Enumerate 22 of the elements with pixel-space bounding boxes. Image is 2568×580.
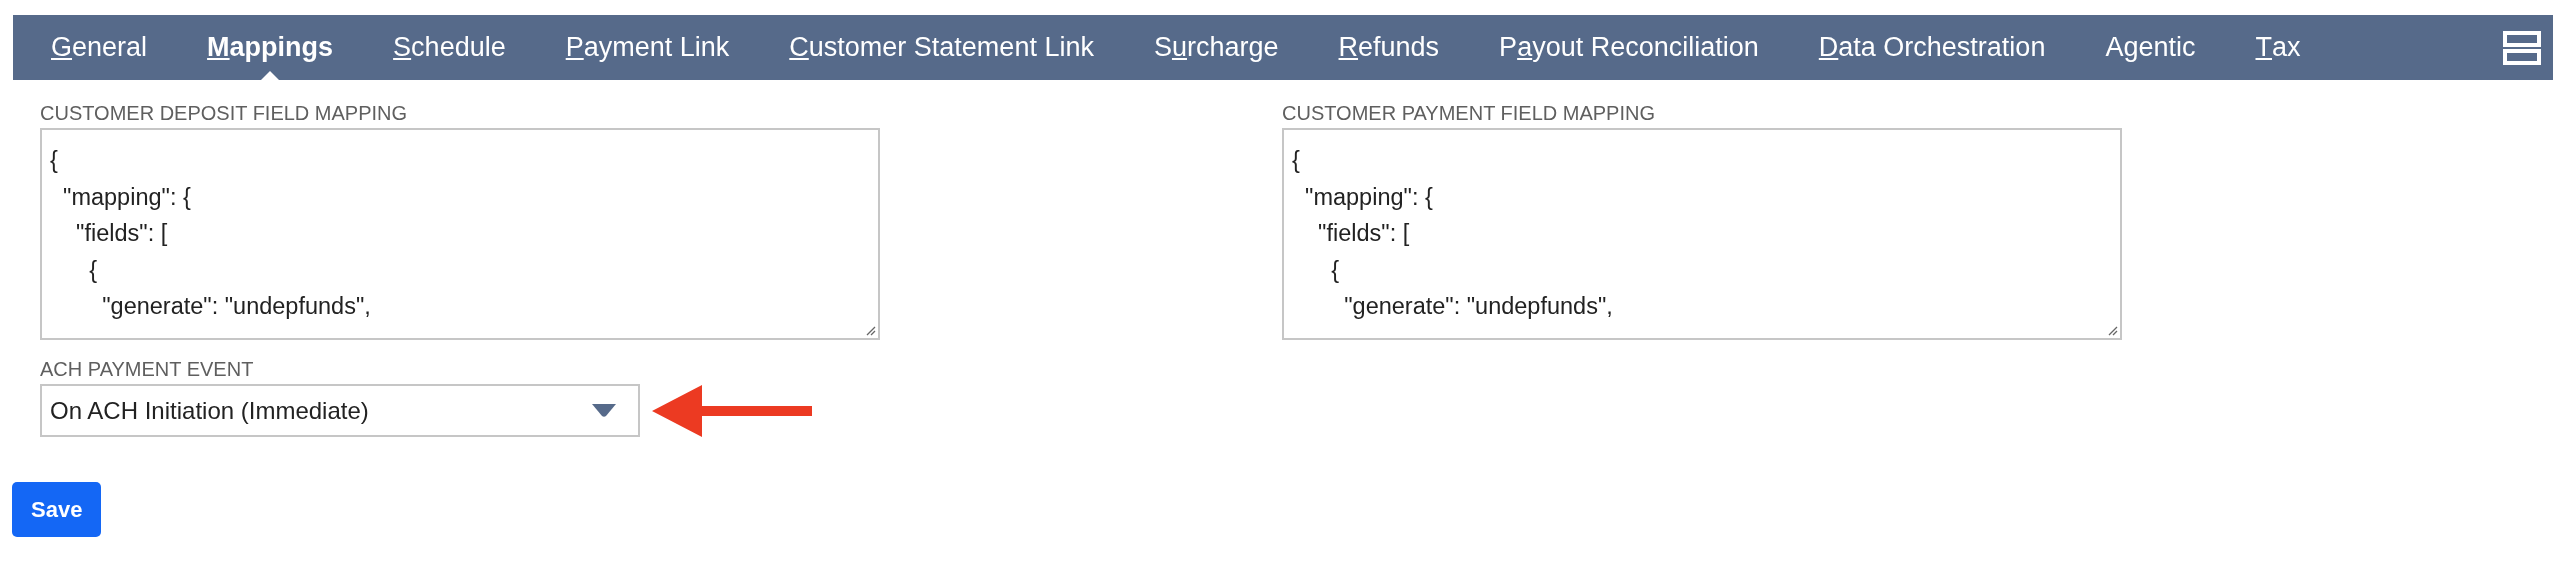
tab[interactable]: Customer Statement Link	[789, 15, 1094, 80]
tab[interactable]: Surcharge	[1153, 15, 1279, 80]
caret-down-icon	[592, 404, 616, 417]
tab[interactable]: Data Orchestration	[1818, 15, 2046, 80]
tab[interactable]: Agentic	[2105, 15, 2196, 80]
tab[interactable]: Schedule	[393, 15, 506, 80]
tab[interactable]: Payment Link	[565, 15, 730, 80]
tab[interactable]: General	[51, 15, 148, 80]
field-label: CUSTOMER DEPOSIT FIELD MAPPING	[40, 102, 409, 125]
ach-payment-event-dropdown[interactable]: On ACH Initiation (Immediate)	[40, 384, 640, 437]
field-label: ACH PAYMENT EVENT	[40, 358, 255, 381]
textarea-field[interactable]: { "mapping": { "fields": [ { "generate": "undepfunds",	[40, 128, 880, 340]
save-button[interactable]: Save	[12, 482, 102, 537]
tab[interactable]: Payout Reconciliation	[1499, 15, 1759, 80]
resize-grip-icon[interactable]	[864, 324, 876, 336]
menu-icon[interactable]	[2503, 30, 2541, 65]
textarea-field[interactable]: { "mapping": { "fields": [ { "generate": "undepfunds",	[1282, 128, 2122, 340]
resize-grip-icon[interactable]	[2106, 324, 2118, 336]
tab[interactable]: Refunds	[1338, 15, 1440, 80]
tab[interactable]: Mappings	[207, 15, 334, 80]
tab[interactable]: Tax	[2255, 15, 2301, 80]
field-label: CUSTOMER PAYMENT FIELD MAPPING	[1282, 102, 1657, 125]
